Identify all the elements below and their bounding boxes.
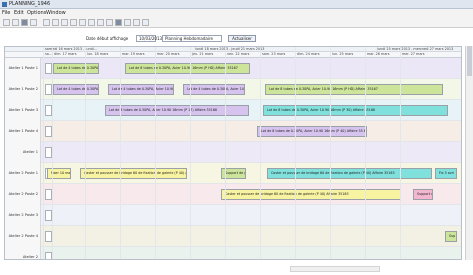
toolbar-export-icon[interactable] [133, 19, 140, 26]
menu-bar: File Edit Options Window [0, 9, 473, 17]
day-header-cell: mer. 20 mars [157, 52, 180, 56]
day-header-cell: dim. 17 mars [54, 52, 77, 56]
task-bar[interactable]: Fixer 10 mars [47, 168, 71, 179]
date-label: Date début affichage [86, 36, 129, 41]
planning-row[interactable]: Atelier 2 Poste 4 [5, 226, 461, 247]
row-toggle-box[interactable] [45, 63, 52, 74]
day-gridline [155, 47, 156, 259]
day-gridline [52, 47, 53, 259]
row-toggle-box[interactable] [45, 84, 52, 95]
day-gridline [260, 47, 261, 259]
day-gridline [120, 47, 121, 259]
toolbar-print-icon[interactable] [30, 19, 37, 26]
task-bar[interactable]: Lot de 8 tubes de 0.30PA, Acier 10.90 16… [265, 84, 443, 95]
toolbar-new-icon[interactable] [3, 19, 10, 26]
row-toggle-box[interactable] [45, 252, 52, 259]
toolbar-grid-icon[interactable] [88, 19, 95, 26]
menu-edit[interactable]: Edit [14, 10, 24, 16]
date-controls: Date début affichage 10/03/2013 Planning… [86, 35, 306, 42]
day-header-cell: lun. 18 mars [87, 52, 109, 56]
day-header-cell: ven. 22 mars [227, 52, 250, 56]
task-bar[interactable]: Lot de 8 tubes de 0.30PA, Acier 10.90 16… [125, 63, 250, 74]
menu-window[interactable]: Window [46, 10, 66, 16]
day-header-cell: mer. 27 mars [402, 52, 425, 56]
planning-row[interactable]: Atelier 2 Poste 3 [5, 205, 461, 226]
row-label: Atelier 1 Poste 2 [5, 79, 41, 100]
row-label: Atelier 2 Poste 1 [5, 163, 41, 184]
task-bar[interactable]: Caster et pousser de bridage 60 de fixat… [221, 189, 401, 200]
toolbar-zoom-icon[interactable] [97, 19, 104, 26]
day-gridline [43, 47, 44, 259]
task-bar[interactable]: Lot de 4 tubes de 0.30PA, A [53, 84, 99, 95]
day-header-cell: mar. 26 mars [367, 52, 390, 56]
refresh-button[interactable]: Actualiser [228, 35, 256, 42]
day-gridline [365, 47, 366, 259]
row-toggle-box[interactable] [45, 210, 52, 221]
task-bar[interactable]: Fix 5 avri [435, 168, 457, 179]
task-bar[interactable]: Lot de 8 tubes de 0.30PA, Acier 10.90 16… [257, 126, 367, 137]
day-gridline [330, 47, 331, 259]
menu-options[interactable]: Options [27, 10, 46, 16]
vertical-scrollbar[interactable] [465, 46, 473, 260]
toolbar [0, 17, 473, 28]
day-header-cell: lun. 25 mars [332, 52, 354, 56]
row-toggle-box[interactable] [45, 105, 52, 116]
app-icon [2, 2, 7, 7]
day-header-cell: sam. 23 mars [262, 52, 286, 56]
vertical-scroll-thumb[interactable] [467, 46, 472, 76]
toolbar-undo-icon[interactable] [70, 19, 77, 26]
title-bar: PLANNING_1946 [0, 0, 473, 9]
row-label: Atelier 1 [5, 142, 41, 163]
day-header-cell: dim. 24 mars [297, 52, 320, 56]
row-label: Atelier 1 Poste 3 [5, 100, 41, 121]
row-label: Atelier 1 Poste 1 [5, 58, 41, 79]
planning-row[interactable]: Atelier 1 [5, 142, 461, 163]
task-bar[interactable]: Caster et pousser de bridage 60 de fixat… [80, 168, 187, 179]
day-header-cell: jeu. 21 mars [192, 52, 214, 56]
horizontal-scrollbar[interactable] [290, 266, 380, 272]
day-gridline [400, 47, 401, 259]
row-label: Atelier 2 Poste 4 [5, 226, 41, 247]
toolbar-settings-icon[interactable] [142, 19, 149, 26]
task-bar[interactable]: Lot de 4 tubes de 0.30PA, A [53, 63, 99, 74]
day-gridline [225, 47, 226, 259]
toolbar-save-icon[interactable] [21, 19, 28, 26]
toolbar-redo-icon[interactable] [79, 19, 86, 26]
row-toggle-box[interactable] [45, 147, 52, 158]
day-header-cell: mar. 19 mars [122, 52, 145, 56]
toolbar-layout-icon[interactable] [124, 19, 131, 26]
window-title: PLANNING_1946 [9, 1, 51, 7]
menu-file[interactable]: File [2, 10, 10, 16]
row-label: Atelier 2 Poste 3 [5, 205, 41, 226]
task-bar[interactable]: Lot de 8 tubes de 0.30PA, Acier 10.90 16… [263, 105, 448, 116]
row-toggle-box[interactable] [45, 189, 52, 200]
planning-row[interactable]: Atelier 2 [5, 247, 461, 259]
task-bar[interactable]: Lot de 4 tubes de 0.30PA, Acier 10.90 [108, 84, 174, 95]
toolbar-filter-icon[interactable] [106, 19, 113, 26]
task-bar[interactable]: Lot de 4 tubes de 0.30PA, Acier 10.90 [183, 84, 245, 95]
date-input[interactable]: 10/03/2013 [136, 35, 162, 42]
task-bar[interactable]: Lot de 8 tubes de 0.30PA, Acier 10.90 16… [105, 105, 249, 116]
row-toggle-box[interactable] [45, 126, 52, 137]
mode-select[interactable]: Planning Hebdomadaire [162, 35, 222, 42]
toolbar-paste-icon[interactable] [61, 19, 68, 26]
toolbar-cut-icon[interactable] [43, 19, 50, 26]
day-gridline [190, 47, 191, 259]
planning-grid: samedi 16 mars 2013 - lundi... lundi 18 … [4, 46, 462, 260]
day-gridline [295, 47, 296, 259]
day-gridline [85, 47, 86, 259]
toolbar-calendar-icon[interactable] [115, 19, 122, 26]
row-label: Atelier 2 Poste 2 [5, 184, 41, 205]
row-label: Atelier 2 [5, 247, 41, 259]
row-toggle-box[interactable] [45, 231, 52, 242]
toolbar-copy-icon[interactable] [52, 19, 59, 26]
row-label: Atelier 1 Poste 4 [5, 121, 41, 142]
task-bar[interactable]: Caster et pousser de bridage 60 de fixat… [267, 168, 432, 179]
planning-row[interactable]: Atelier 1 Poste 4 [5, 121, 461, 142]
task-bar[interactable]: Support c [413, 189, 433, 200]
task-bar[interactable]: Sup [445, 231, 457, 242]
toolbar-open-icon[interactable] [12, 19, 19, 26]
